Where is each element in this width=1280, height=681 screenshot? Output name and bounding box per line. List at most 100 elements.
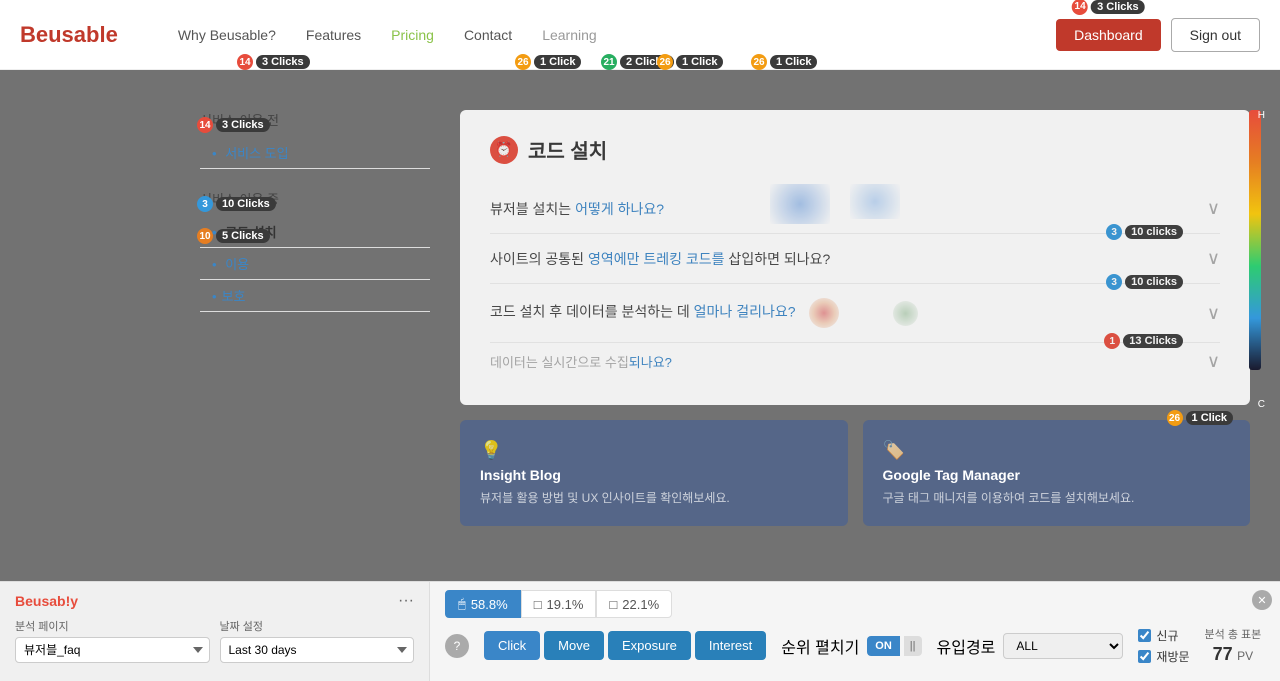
blog-icon: 💡 (480, 440, 828, 461)
toolbar-fields: 분석 페이지 뷰저블_faq 날짜 설정 Last 30 days (15, 618, 414, 663)
path-label: 유입경로 (937, 634, 996, 658)
ranking-label: 순위 펼치기 (781, 634, 859, 658)
checkbox-return-input[interactable] (1138, 650, 1151, 663)
bottom-cards: 💡 Insight Blog 뷰저블 활용 방법 및 UX 인사이트를 확인해보… (460, 420, 1250, 526)
signout-button[interactable]: Sign out (1171, 18, 1260, 52)
toolbar-brand: Beusab!y ··· (15, 592, 414, 610)
toggle-container: ON || (867, 636, 921, 656)
faq-item-4[interactable]: 데이터는 실시간으로 수집되나요? ∨ 1 13 Clicks (490, 343, 1220, 380)
toolbar-brand-name: Beusab!y (15, 593, 78, 609)
colorscale-c-label: C (1258, 399, 1265, 410)
sidebar-section-before: 서비스 이용 전 서비스 도입 14 3 Clicks (200, 110, 430, 169)
exposure-btn[interactable]: Exposure (608, 631, 691, 660)
heatmap-blob-3 (809, 298, 839, 328)
faq-badge-2: 3 10 clicks (1099, 222, 1190, 242)
logo: Beusable (20, 22, 118, 48)
sidebar: 서비스 이용 전 서비스 도입 14 3 Clicks 서비스 이용 중 코드 … (200, 110, 430, 332)
interest-btn[interactable]: Interest (695, 631, 766, 660)
card-title-icon (490, 136, 518, 164)
page-field-label: 분석 페이지 (15, 618, 210, 634)
nav-learning[interactable]: Learning (542, 27, 597, 43)
features-badge1: 26 1 Click (508, 52, 588, 72)
badge-num: 14 (1072, 0, 1088, 15)
toggle-pause[interactable]: || (904, 636, 922, 656)
gtm-badge: 26 1 Click (1160, 408, 1240, 428)
blog-desc: 뷰저블 활용 방법 및 UX 인사이트를 확인해보세요. (480, 489, 828, 506)
heatmap-blob-1a (770, 184, 830, 224)
content-card-main: 코드 설치 뷰저블 설치는 어떻게 하나요? ∨ 사이트의 공통된 영역에만 트… (460, 110, 1250, 405)
checkbox-new-input[interactable] (1138, 629, 1151, 642)
click-btn[interactable]: Click (484, 631, 540, 660)
colorscale-h-label: H (1258, 110, 1265, 121)
gtm-title: Google Tag Manager (883, 467, 1231, 483)
stats-tab-2[interactable]: □ 22.1% (596, 590, 672, 618)
stats-tabs: 🖱 58.8% □ 19.1% □ 22.1% (445, 590, 672, 618)
logo-badge: 14 3 Clicks (230, 52, 317, 72)
badge-text: 3 Clicks (1091, 0, 1145, 14)
nav-features[interactable]: Features (306, 27, 361, 43)
toggle-on[interactable]: ON (867, 636, 900, 656)
path-select[interactable]: ALL (1003, 633, 1123, 659)
action-buttons: Click Move Exposure Interest (484, 631, 766, 660)
toolbar-bottom-row: ? Click Move Exposure Interest 순위 펼치기 ON… (445, 626, 1265, 665)
close-button[interactable]: ✕ (1252, 590, 1272, 610)
dashboard-button[interactable]: Dashboard 14 3 Clicks (1056, 19, 1161, 51)
sidebar-item-usage[interactable]: 이용 10 5 Clicks (200, 248, 430, 280)
nav-contact[interactable]: Contact (464, 27, 512, 43)
gtm-icon: 🏷️ (883, 440, 1231, 461)
contact-badge: 26 1 Click (744, 52, 824, 72)
bottom-card-blog[interactable]: 💡 Insight Blog 뷰저블 활용 방법 및 UX 인사이트를 확인해보… (460, 420, 848, 526)
toolbar-top-row: 🖱 58.8% □ 19.1% □ 22.1% (445, 590, 1265, 618)
stats-value-2: 22.1% (622, 597, 659, 612)
checkbox-new: 신규 (1138, 627, 1189, 644)
faq-text-4: 데이터는 실시간으로 수집되나요? (490, 352, 1207, 371)
faq-badge-3a: 3 10 clicks (1099, 272, 1190, 292)
sidebar-badge2: 3 10 Clicks (190, 194, 283, 214)
sidebar-badge3: 10 5 Clicks (190, 226, 277, 246)
ranking-section: 순위 펼치기 ON || (781, 634, 921, 658)
stats-tab-0[interactable]: 🖱 58.8% (445, 590, 521, 618)
date-select[interactable]: Last 30 days (220, 637, 415, 663)
sidebar-item-intro[interactable]: 서비스 도입 14 3 Clicks (200, 137, 430, 169)
faq-arrow-4: ∨ (1207, 351, 1220, 372)
bottom-card-gtm[interactable]: 🏷️ Google Tag Manager 구글 태그 매니저를 이용하여 코드… (863, 420, 1251, 526)
sidebar-item-protect[interactable]: 보호 (200, 280, 430, 312)
move-btn[interactable]: Move (544, 631, 604, 660)
stats-icon-2: □ (609, 597, 617, 612)
checkboxes: 신규 재방문 (1138, 627, 1189, 665)
card-title: 코드 설치 (490, 135, 1220, 164)
gtm-desc: 구글 태그 매니저를 이용하여 코드를 설치해보세요. (883, 489, 1231, 506)
pv-section: 분석 총 표본 77 PV (1205, 626, 1262, 665)
stats-icon-1: □ (534, 597, 542, 612)
checkbox-new-label: 신규 (1156, 627, 1178, 644)
page-select[interactable]: 뷰저블_faq (15, 637, 210, 663)
toolbar-right: 🖱 58.8% □ 19.1% □ 22.1% ? Click Move Exp… (430, 582, 1280, 681)
toolbar-left: Beusab!y ··· 분석 페이지 뷰저블_faq 날짜 설정 Last 3… (0, 582, 430, 681)
heatmap-blob-3b (893, 301, 918, 326)
stats-icon-0: 🖱 (458, 596, 466, 612)
blog-title: Insight Blog (480, 467, 828, 483)
nav-why[interactable]: Why Beusable? (178, 27, 276, 43)
page-field: 분석 페이지 뷰저블_faq (15, 618, 210, 663)
nav-pricing[interactable]: Pricing (391, 27, 434, 43)
stats-value-0: 58.8% (471, 597, 508, 612)
pv-value: 77 (1213, 644, 1233, 664)
pv-value-row: 77 PV (1205, 644, 1262, 665)
faq-arrow-3: ∨ (1207, 303, 1220, 324)
faq-arrow-2: ∨ (1207, 248, 1220, 269)
date-field: 날짜 설정 Last 30 days (220, 618, 415, 663)
dashboard-badge: 14 3 Clicks (1065, 0, 1152, 17)
help-button[interactable]: ? (445, 634, 469, 658)
faq-badge-4: 1 13 Clicks (1097, 331, 1190, 351)
colorscale: H C (1245, 110, 1265, 410)
nav-actions: Dashboard 14 3 Clicks Sign out (1056, 18, 1260, 52)
toolbar-menu-button[interactable]: ··· (398, 592, 414, 610)
date-field-label: 날짜 설정 (220, 618, 415, 634)
faq-text-3: 코드 설치 후 데이터를 분석하는 데 얼마나 걸리나요? (490, 298, 1207, 328)
features-badge3: 26 1 Click (650, 52, 730, 72)
faq-text-1: 뷰저블 설치는 어떻게 하나요? (490, 199, 1207, 219)
colorscale-bar (1249, 110, 1261, 370)
faq-arrow-1: ∨ (1207, 198, 1220, 219)
stats-tab-1[interactable]: □ 19.1% (521, 590, 597, 618)
pv-unit: PV (1237, 649, 1253, 663)
